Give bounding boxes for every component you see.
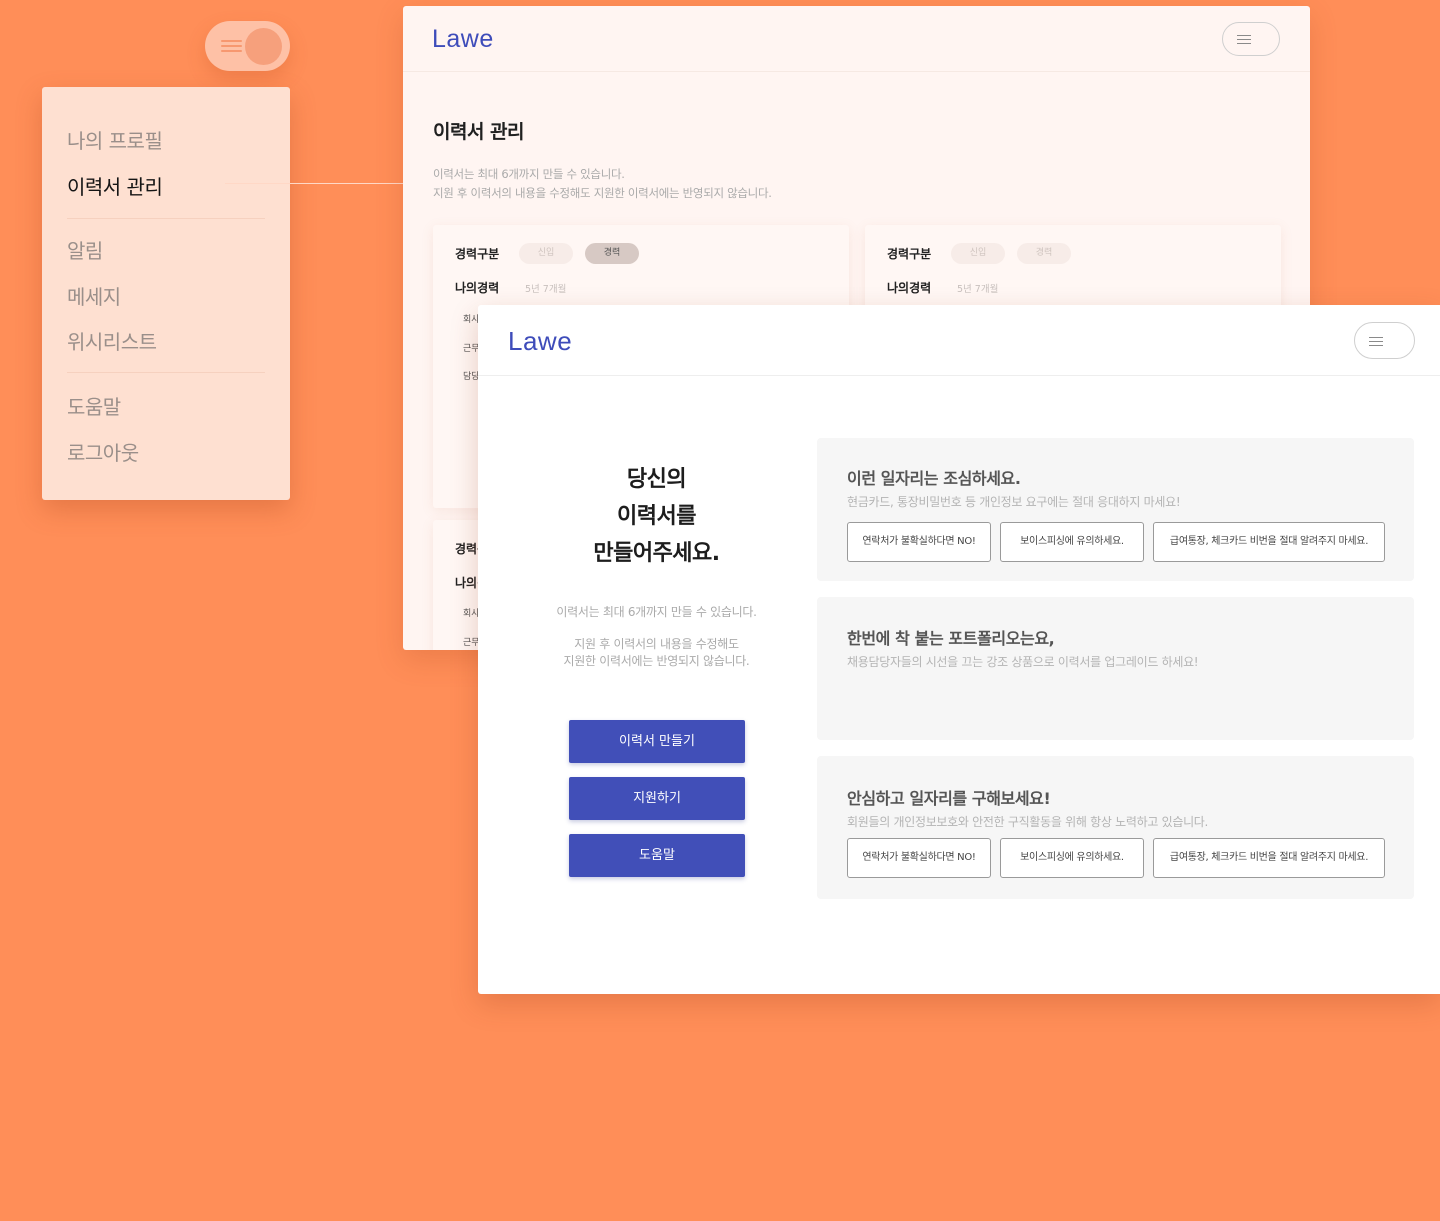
help-button[interactable]: 도움말 [569,834,745,877]
limit-notice: 이력서는 최대 6개까지 만들 수 있습니다. [556,605,757,619]
info-card-subtitle: 채용담당자들의 시선을 끄는 강조 상품으로 이력서를 업그레이드 하세요! [847,655,1199,669]
window-header: Lawe [478,305,1440,376]
info-card-title: 안심하고 일자리를 구해보세요! [847,789,1051,808]
menu-item-wishlist[interactable]: 위시리스트 [67,326,157,355]
info-card-portfolio: 한번에 착 붙는 포트폴리오는요, 채용담당자들의 시선을 끄는 강조 상품으로… [817,597,1414,740]
tip-chip[interactable]: 보이스피싱에 유의하세요. [1000,522,1144,562]
menu-divider [67,218,265,219]
info-card-subtitle: 회원들의 개인정보보호와 안전한 구직활동을 위해 항상 노력하고 있습니다. [847,815,1209,829]
logo[interactable]: Lawe [508,326,572,357]
hero-line: 이력서를 [617,504,696,529]
info-card-title: 이런 일자리는 조심하세요. [847,469,1021,488]
create-resume-button[interactable]: 이력서 만들기 [569,720,745,763]
toggle-knob[interactable] [245,28,282,65]
menu-item-logout[interactable]: 로그아웃 [67,437,139,466]
pill-new[interactable]: 신입 [519,243,573,264]
side-menu: 나의 프로필 이력서 관리 알림 메세지 위시리스트 도움말 로그아웃 [42,87,290,500]
connector-line [225,183,403,184]
menu-divider [67,372,265,373]
info-card-safety: 안심하고 일자리를 구해보세요! 회원들의 개인정보보호와 안전한 구직활동을 … [817,756,1414,899]
menu-item-notifications[interactable]: 알림 [67,235,103,264]
menu-item-help[interactable]: 도움말 [67,391,121,420]
hamburger-icon [1237,35,1251,47]
menu-item-resume[interactable]: 이력서 관리 [67,171,163,200]
description-line: 지원 후 이력서의 내용을 수정해도 지원한 이력서에는 반영되지 않습니다. [433,186,772,200]
hero-line: 당신의 [626,467,687,492]
create-resume-window: Lawe 당신의 이력서를 만들어주세요. 이력서는 최대 6개까지 만들 수 … [478,305,1440,994]
hamburger-icon [1369,337,1383,349]
my-career-value: 5년 7개월 [957,284,999,295]
tip-chip[interactable]: 보이스피싱에 유의하세요. [1000,838,1144,878]
page-title: 이력서 관리 [433,121,525,143]
pill-experienced[interactable]: 경력 [1017,243,1071,264]
menu-item-messages[interactable]: 메세지 [67,281,121,310]
tip-chip[interactable]: 연락처가 불확실하다면 NO! [847,838,991,878]
window-header: Lawe [403,6,1310,72]
info-card-subtitle: 현금카드, 통장비밀번호 등 개인정보 요구에는 절대 응대하지 마세요! [847,495,1181,509]
career-type-label: 경력구분 [887,247,932,261]
hero-heading: 당신의 이력서를 만들어주세요. [478,461,835,572]
tip-chip[interactable]: 급여통장, 체크카드 비번을 절대 알려주지 마세요. [1153,522,1385,562]
menu-button[interactable] [1354,322,1415,359]
career-type-label: 경력구분 [455,247,500,261]
my-career-label: 나의경력 [455,281,500,295]
edit-notice-line: 지원 후 이력서의 내용을 수정해도 [574,637,739,651]
apply-button[interactable]: 지원하기 [569,777,745,820]
info-card-title: 한번에 착 붙는 포트폴리오는요, [847,629,1055,648]
pill-new[interactable]: 신입 [951,243,1005,264]
tip-chip[interactable]: 연락처가 불확실하다면 NO! [847,522,991,562]
info-card-caution: 이런 일자리는 조심하세요. 현금카드, 통장비밀번호 등 개인정보 요구에는 … [817,438,1414,581]
my-career-value: 5년 7개월 [525,284,567,295]
description-line: 이력서는 최대 6개까지 만들 수 있습니다. [433,167,625,181]
tip-chip[interactable]: 급여통장, 체크카드 비번을 절대 알려주지 마세요. [1153,838,1385,878]
menu-button[interactable] [1222,22,1280,56]
my-career-label: 나의경력 [887,281,932,295]
edit-notice-line: 지원한 이력서에는 반영되지 않습니다. [563,654,750,668]
menu-item-profile[interactable]: 나의 프로필 [67,125,163,154]
hamburger-icon [221,40,242,55]
pill-experienced[interactable]: 경력 [585,243,639,264]
logo[interactable]: Lawe [432,25,494,54]
hero-line: 만들어주세요. [593,541,720,566]
